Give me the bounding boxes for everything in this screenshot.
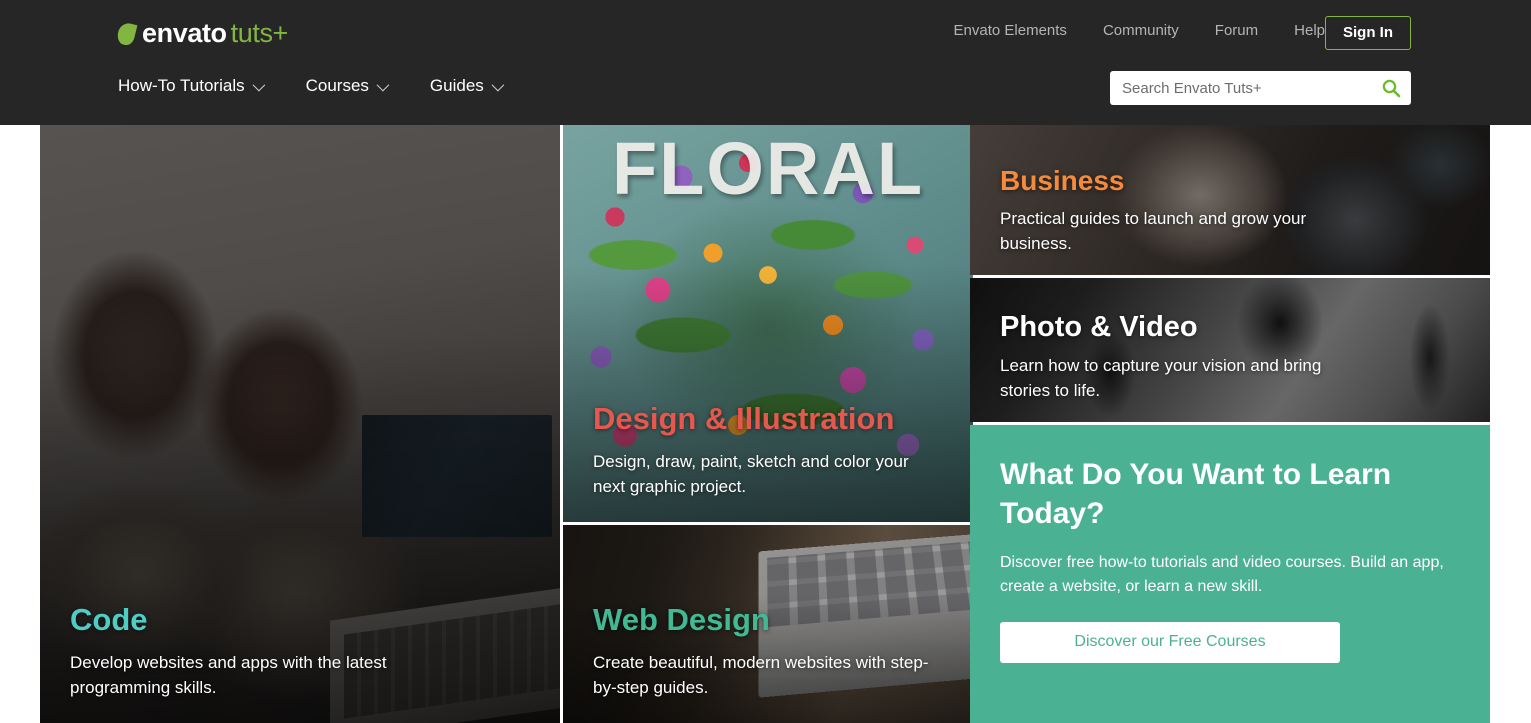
- nav-label-courses: Courses: [305, 76, 369, 95]
- top-utility-nav: Envato Elements Community Forum Help: [954, 22, 1325, 39]
- top-nav-item-forum[interactable]: Forum: [1215, 22, 1258, 39]
- chevron-down-icon: [376, 78, 390, 91]
- logo-text-tuts: tuts+: [230, 18, 289, 48]
- card-photo-video-title: Photo & Video: [1000, 310, 1198, 343]
- discover-free-courses-button[interactable]: Discover our Free Courses: [1000, 621, 1340, 663]
- card-photo-video-description: Learn how to capture your vision and bri…: [1000, 356, 1322, 401]
- card-web-design-body: Web Design Create beautiful, modern webs…: [563, 602, 973, 723]
- promo-panel-content: What Do You Want to Learn Today? Discove…: [1000, 455, 1458, 663]
- card-business[interactable]: Business Practical guides to launch and …: [970, 125, 1490, 275]
- card-web-design-title: Web Design: [593, 602, 770, 638]
- category-card-grid: Code Develop websites and apps with the …: [40, 125, 1490, 723]
- leaf-icon: [115, 20, 138, 47]
- card-business-title: Business: [1000, 164, 1125, 196]
- card-business-description: Practical guides to launch and grow your…: [1000, 209, 1307, 254]
- card-design-body: Design & Illustration Design, draw, pain…: [563, 401, 973, 522]
- top-nav-item-community[interactable]: Community: [1103, 22, 1179, 39]
- card-code-description: Develop websites and apps with the lates…: [70, 653, 387, 698]
- chevron-down-icon: [491, 78, 505, 91]
- card-photo-video-body: Photo & Video Learn how to capture your …: [970, 311, 1490, 422]
- promo-title: What Do You Want to Learn Today?: [1000, 458, 1392, 530]
- card-code[interactable]: Code Develop websites and apps with the …: [40, 125, 560, 723]
- logo-text-envato: envato: [142, 18, 227, 48]
- search-icon[interactable]: [1371, 78, 1411, 98]
- chevron-down-icon: [252, 78, 265, 91]
- card-design-title: Design & Illustration: [593, 401, 895, 437]
- site-logo[interactable]: envato tuts+: [115, 18, 289, 49]
- nav-item-guides[interactable]: Guides: [429, 76, 505, 96]
- top-nav-item-help[interactable]: Help: [1294, 22, 1325, 39]
- card-business-body: Business Practical guides to launch and …: [970, 165, 1490, 275]
- promo-panel: What Do You Want to Learn Today? Discove…: [970, 425, 1490, 723]
- card-web-design[interactable]: Web Design Create beautiful, modern webs…: [563, 525, 973, 723]
- promo-description: Discover free how-to tutorials and video…: [1000, 554, 1444, 596]
- nav-label-guides: Guides: [429, 76, 484, 95]
- nav-item-courses[interactable]: Courses: [305, 76, 390, 96]
- card-code-title: Code: [70, 602, 148, 638]
- card-design-illustration[interactable]: FLORAL Design & Illustration Design, dra…: [563, 125, 973, 522]
- card-photo-video[interactable]: Photo & Video Learn how to capture your …: [970, 278, 1490, 422]
- top-nav-item-envato-elements[interactable]: Envato Elements: [954, 22, 1067, 39]
- search-input[interactable]: [1110, 79, 1371, 97]
- card-code-body: Code Develop websites and apps with the …: [40, 602, 560, 723]
- card-design-description: Design, draw, paint, sketch and color yo…: [593, 452, 909, 497]
- sign-in-button[interactable]: Sign In: [1325, 16, 1411, 50]
- site-header: envato tuts+ Envato Elements Community F…: [0, 0, 1531, 125]
- card-web-design-description: Create beautiful, modern websites with s…: [593, 653, 929, 698]
- nav-item-how-to-tutorials[interactable]: How-To Tutorials: [118, 76, 265, 96]
- primary-nav: How-To Tutorials Courses Guides: [118, 76, 505, 96]
- search-bar: [1110, 71, 1411, 105]
- nav-label-how-to-tutorials: How-To Tutorials: [118, 76, 245, 95]
